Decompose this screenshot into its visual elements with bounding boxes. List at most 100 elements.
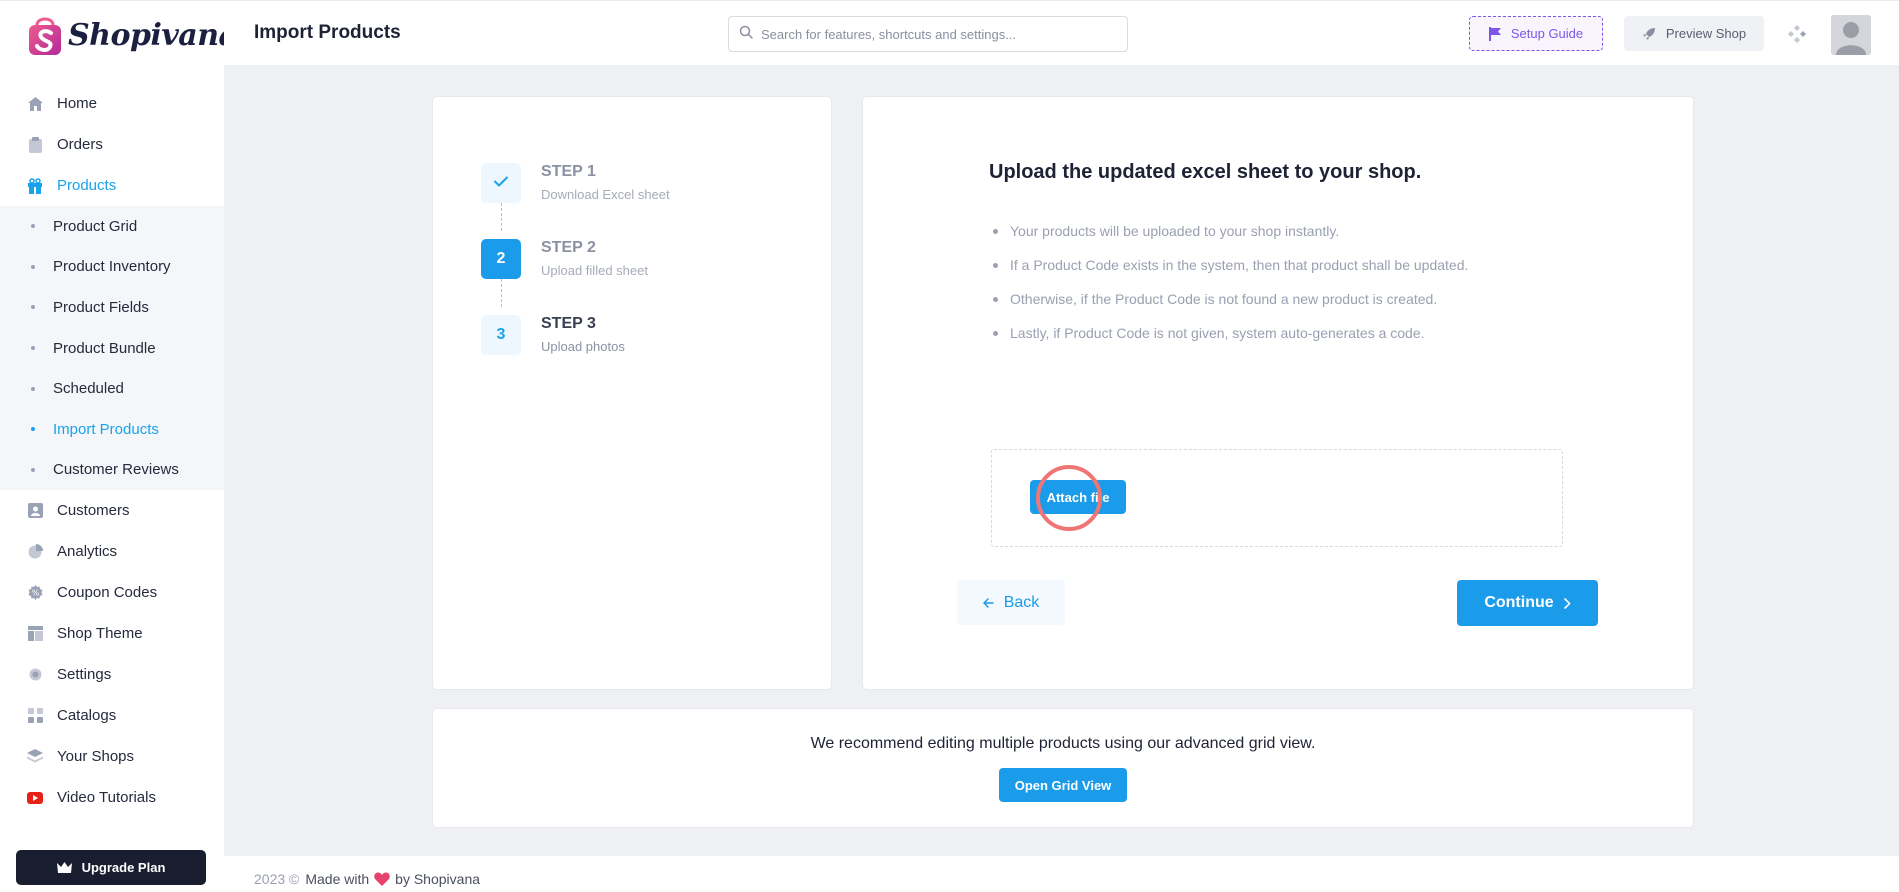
sidebar-subitem-label: Product Inventory: [53, 258, 171, 276]
footer-credit: 2023 © Made with by Shopivana: [254, 871, 480, 887]
step-title: STEP 2: [541, 239, 596, 256]
sidebar-subitem-label: Import Products: [53, 420, 159, 438]
sidebar: Shopivana Home Orders Products Product G…: [0, 0, 238, 892]
flag-icon: [1488, 26, 1501, 41]
step-subtitle: Download Excel sheet: [541, 187, 670, 202]
sidebar-subitem-label: Scheduled: [53, 380, 124, 398]
coupon-icon: %: [27, 585, 43, 601]
bullet-dot: [31, 305, 35, 310]
file-dropzone[interactable]: Attach file: [991, 449, 1563, 547]
setup-guide-label: Setup Guide: [1510, 26, 1584, 41]
list-item: If a Product Code exists in the system, …: [989, 257, 1468, 291]
sidebar-item-analytics[interactable]: Analytics: [0, 531, 224, 572]
step-title: STEP 1: [541, 163, 596, 180]
preview-shop-label: Preview Shop: [1665, 26, 1747, 41]
apps-grid-icon[interactable]: [1788, 25, 1806, 48]
sidebar-subitem-product-inventory[interactable]: Product Inventory: [0, 247, 224, 288]
step-1-badge: [481, 163, 521, 203]
upload-instructions: Your products will be uploaded to your s…: [989, 223, 1468, 359]
list-item-text: Lastly, if Product Code is not given, sy…: [1010, 325, 1425, 341]
home-icon: [27, 96, 43, 112]
continue-label: Continue: [1484, 594, 1554, 611]
sidebar-item-orders[interactable]: Orders: [0, 124, 224, 165]
sidebar-subitem-label: Customer Reviews: [53, 461, 179, 479]
checkmark-icon: [494, 174, 508, 192]
sidebar-subitem-product-grid[interactable]: Product Grid: [0, 206, 224, 247]
sidebar-item-label: Products: [57, 177, 117, 194]
page-footer: 2023 © Made with by Shopivana: [224, 856, 1899, 892]
sidebar-item-home[interactable]: Home: [0, 83, 224, 124]
bullet-dot: [993, 229, 998, 234]
attach-file-button[interactable]: Attach file: [1030, 480, 1126, 514]
sidebar-item-customers[interactable]: Customers: [0, 490, 224, 531]
bullet-dot: [31, 467, 35, 472]
sidebar-item-video-tutorials[interactable]: Video Tutorials: [0, 777, 224, 818]
sidebar-item-label: Analytics: [57, 543, 118, 561]
sidebar-item-settings[interactable]: Settings: [0, 654, 224, 695]
steps-card: STEP 1 Download Excel sheet 2 STEP 2 Upl…: [432, 96, 832, 690]
sidebar-subitem-scheduled[interactable]: Scheduled: [0, 368, 224, 409]
preview-shop-button[interactable]: Preview Shop: [1624, 16, 1764, 51]
sidebar-item-catalogs[interactable]: Catalogs: [0, 695, 224, 736]
sidebar-item-label: Customers: [57, 502, 130, 520]
list-item-text: Otherwise, if the Product Code is not fo…: [1010, 291, 1438, 307]
sidebar-subitem-label: Product Bundle: [53, 339, 156, 357]
crown-icon: [56, 862, 72, 873]
list-item-text: If a Product Code exists in the system, …: [1010, 257, 1469, 273]
arrow-left-icon: [982, 597, 994, 608]
back-label: Back: [1003, 593, 1040, 611]
layout-icon: [27, 626, 43, 642]
bullet-dot: [31, 264, 35, 269]
upload-card: Upload the updated excel sheet to your s…: [862, 96, 1694, 690]
setup-guide-button[interactable]: Setup Guide: [1469, 16, 1603, 51]
sidebar-item-label: Orders: [57, 136, 103, 153]
sidebar-subitem-product-bundle[interactable]: Product Bundle: [0, 328, 224, 369]
sidebar-item-your-shops[interactable]: Your Shops: [0, 736, 224, 777]
back-button[interactable]: Back: [957, 580, 1065, 625]
step-subtitle: Upload filled sheet: [541, 263, 648, 278]
sidebar-item-shop-theme[interactable]: Shop Theme: [0, 613, 224, 654]
rocket-icon: [1642, 27, 1656, 41]
sidebar-subitem-import-products[interactable]: Import Products: [0, 409, 224, 450]
sidebar-item-label: Coupon Codes: [57, 584, 158, 602]
sidebar-nav: Home Orders Products Product Grid Produc…: [0, 83, 224, 818]
bullet-dot: [31, 427, 35, 432]
sidebar-item-label: Your Shops: [57, 748, 135, 766]
youtube-icon: [27, 790, 43, 806]
search-box[interactable]: [728, 16, 1128, 52]
sidebar-subitem-product-fields[interactable]: Product Fields: [0, 287, 224, 328]
bullet-dot: [993, 331, 998, 336]
sidebar-item-products[interactable]: Products: [0, 165, 224, 206]
list-item-text: Your products will be uploaded to your s…: [1010, 223, 1340, 239]
sidebar-subitem-customer-reviews[interactable]: Customer Reviews: [0, 450, 224, 491]
sidebar-item-label: Shop Theme: [57, 625, 143, 643]
step-3: 3 STEP 3 Upload photos: [481, 315, 625, 355]
bullet-dot: [31, 224, 35, 229]
sidebar-item-coupon-codes[interactable]: % Coupon Codes: [0, 572, 224, 613]
clipboard-icon: [27, 136, 43, 153]
sidebar-item-label: Catalogs: [57, 707, 117, 725]
brand-logo[interactable]: Shopivana: [26, 13, 238, 57]
step-3-badge: 3: [481, 315, 521, 355]
bullet-dot: [993, 263, 998, 268]
pie-chart-icon: [27, 544, 43, 560]
user-avatar[interactable]: [1831, 15, 1871, 55]
gear-icon: [27, 667, 43, 683]
search-icon: [739, 25, 753, 44]
footer-by: by Shopivana: [395, 871, 481, 887]
continue-button[interactable]: Continue: [1457, 580, 1598, 626]
footer-made-with: Made with: [305, 871, 370, 887]
upgrade-plan-button[interactable]: Upgrade Plan: [16, 850, 206, 885]
bullet-dot: [31, 386, 35, 391]
shopping-bag-logo-icon: [26, 13, 64, 57]
heart-icon: [374, 872, 390, 886]
grid-view-promo: We recommend editing multiple products u…: [432, 708, 1694, 828]
page-title: Import Products: [254, 22, 401, 43]
user-card-icon: [27, 503, 43, 519]
avatar-placeholder-icon: [1831, 15, 1871, 55]
upload-title: Upload the updated excel sheet to your s…: [989, 161, 1422, 183]
list-item: Lastly, if Product Code is not given, sy…: [989, 325, 1468, 359]
open-grid-view-button[interactable]: Open Grid View: [999, 768, 1127, 802]
step-2: 2 STEP 2 Upload filled sheet: [481, 239, 648, 279]
search-input[interactable]: [761, 26, 1101, 42]
